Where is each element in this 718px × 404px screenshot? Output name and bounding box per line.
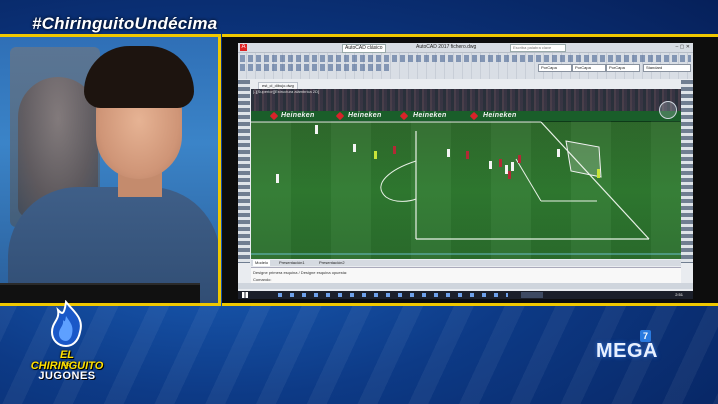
taskbar-active-app[interactable] (521, 292, 543, 298)
tab-layout2[interactable]: Presentación2 (317, 260, 347, 266)
help-search-input[interactable]: Escriba palabra clave (510, 44, 566, 52)
flame-icon (50, 300, 82, 348)
drawing-viewport[interactable]: Heineken Heineken Heineken Heineken [-][… (251, 89, 681, 259)
right-toolbar[interactable] (681, 80, 693, 263)
show-logo-subtitle: JUGONES (38, 370, 96, 382)
layout-tabs: Modelo Presentación1 Presentación2 (251, 260, 681, 266)
linetype-select[interactable]: PorCapa (572, 64, 606, 72)
window-controls[interactable]: – ▢ ✕ (676, 44, 690, 50)
lineweight-select[interactable]: PorCapa (606, 64, 640, 72)
left-toolbar[interactable] (238, 80, 250, 263)
autocad-logo-icon[interactable]: A (240, 44, 247, 51)
host-hair (84, 46, 194, 108)
workspace-select[interactable]: AutoCAD clásico (342, 44, 386, 53)
hashtag-banner: #ChiringuitoUndécima (32, 14, 218, 33)
show-logo-small: DE (62, 362, 72, 368)
channel-logo: MEGA (596, 340, 658, 362)
pitch-lines (251, 121, 681, 255)
viewport-label[interactable]: [-][Superior][Estructura alámbrica 2D] (253, 89, 319, 94)
command-history: Designe primera esquina / Designe esquin… (253, 270, 348, 275)
toolbar-ribbon: PorCapa PorCapa PorCapa Standard est_cl_… (238, 53, 693, 90)
taskbar-app-icons[interactable] (278, 293, 508, 297)
show-logo-title: EL CHIRINGUITO (30, 349, 104, 372)
title-bar: A AutoCAD clásico AutoCAD 2017 fichero.d… (238, 43, 693, 53)
toolbar-row-2[interactable] (240, 64, 390, 71)
studio-camera-feed (0, 34, 221, 306)
viewcube-icon[interactable] (659, 101, 677, 119)
windows-taskbar: 2:51 (238, 291, 693, 299)
windows-start-icon[interactable] (242, 292, 248, 298)
autocad-window: A AutoCAD clásico AutoCAD 2017 fichero.d… (238, 43, 693, 299)
command-prompt[interactable]: Comando: (253, 277, 271, 282)
layer-select[interactable]: PorCapa (538, 64, 572, 72)
toolbar-row-1[interactable] (240, 55, 691, 62)
window-title: AutoCAD 2017 fichero.dwg (416, 44, 477, 50)
style-select[interactable]: Standard (643, 64, 691, 72)
taskbar-clock: 2:51 (675, 292, 683, 297)
show-logo: EL CHIRINGUITO DE JUGONES (30, 300, 104, 386)
status-bar[interactable] (238, 283, 693, 289)
tab-layout1[interactable]: Presentación1 (277, 260, 307, 266)
command-line[interactable]: Designe primera esquina / Designe esquin… (251, 267, 681, 284)
tab-model[interactable]: Modelo (253, 260, 271, 266)
studio-screen: A AutoCAD clásico AutoCAD 2017 fichero.d… (222, 34, 718, 306)
